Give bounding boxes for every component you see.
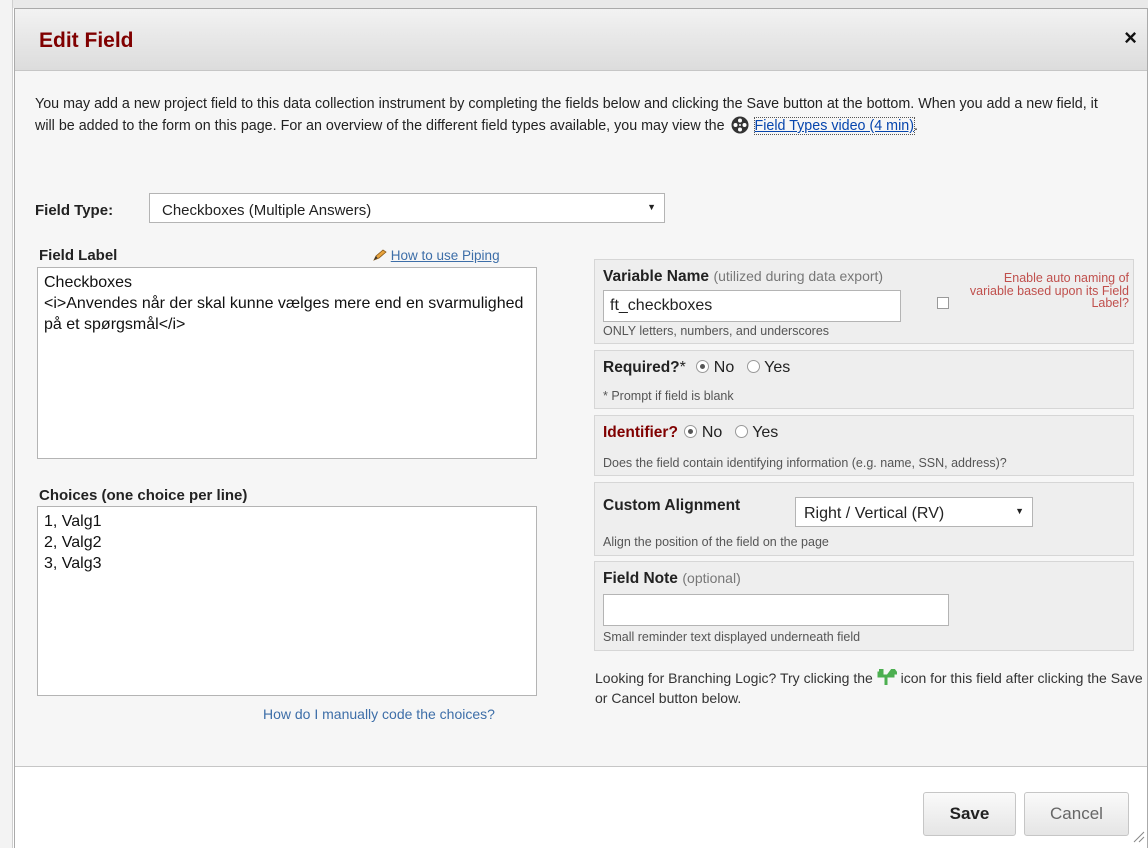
dialog-titlebar[interactable]: Edit Field ×: [15, 9, 1147, 71]
required-no-radio[interactable]: [696, 360, 710, 373]
dialog-title: Edit Field: [39, 29, 134, 52]
variable-name-panel: Variable Name (utilized during data expo…: [594, 259, 1134, 344]
dropdown-arrow-icon: ▼: [647, 202, 656, 212]
pencil-icon: [373, 249, 387, 261]
required-label: Required?: [603, 359, 680, 376]
required-note: * Prompt if field is blank: [603, 389, 734, 403]
required-yes-label: Yes: [764, 359, 791, 376]
identifier-no-radio[interactable]: [684, 425, 698, 438]
piping-link-text: How to use Piping: [390, 248, 500, 263]
auto-naming-checkbox[interactable]: [937, 297, 949, 309]
dropdown-arrow-icon: ▼: [1015, 506, 1024, 516]
field-type-select[interactable]: Checkboxes (Multiple Answers) ▼: [149, 193, 665, 223]
required-yes-radio[interactable]: [746, 360, 760, 373]
field-types-video-link[interactable]: Field Types video (4 min): [753, 117, 915, 135]
required-asterisk: *: [679, 359, 686, 376]
required-panel: Required?* No Yes * Prompt if field is b…: [594, 350, 1134, 409]
intro-text: You may add a new project field to this …: [35, 96, 1098, 134]
identifier-label: Identifier?: [603, 424, 678, 441]
resize-grip-icon[interactable]: [1133, 830, 1145, 848]
identifier-row: Identifier? No Yes: [603, 424, 778, 442]
auto-naming-label[interactable]: Enable auto naming of variable based upo…: [961, 272, 1129, 310]
variable-name-label: Variable Name: [603, 268, 709, 285]
choices-textarea[interactable]: 1, Valg1 2, Valg2 3, Valg3: [37, 506, 537, 696]
choices-title: Choices (one choice per line): [39, 487, 248, 504]
required-row: Required?* No Yes: [603, 359, 790, 377]
background-page: [0, 0, 1148, 8]
branching-text-before: Looking for Branching Logic? Try clickin…: [595, 670, 873, 686]
variable-name-note: ONLY letters, numbers, and underscores: [603, 324, 830, 338]
alignment-selected: Right / Vertical (RV): [804, 505, 945, 522]
field-type-selected: Checkboxes (Multiple Answers): [162, 202, 372, 219]
variable-name-heading: Variable Name (utilized during data expo…: [603, 268, 883, 286]
intro-paragraph: You may add a new project field to this …: [35, 93, 1115, 141]
field-note-heading: Field Note (optional): [603, 570, 741, 588]
film-reel-icon: [731, 116, 749, 141]
manual-code-choices-link[interactable]: How do I manually code the choices?: [263, 706, 495, 722]
field-label-title: Field Label: [39, 247, 118, 264]
alignment-label: Custom Alignment: [603, 497, 741, 514]
identifier-panel: Identifier? No Yes Does the field contai…: [594, 415, 1134, 476]
field-note-hint: (optional): [682, 570, 741, 586]
field-label-textarea[interactable]: Checkboxes <i>Anvendes når der skal kunn…: [37, 267, 537, 459]
required-no-label: No: [713, 359, 735, 376]
intro-end: .: [913, 118, 918, 134]
background-page-edge: [0, 0, 13, 848]
field-note-panel: Field Note (optional) Small reminder tex…: [594, 561, 1134, 651]
close-icon[interactable]: ×: [1124, 27, 1137, 49]
variable-name-input[interactable]: ft_checkboxes: [603, 290, 901, 322]
piping-help-link[interactable]: How to use Piping: [373, 248, 500, 263]
field-type-label: Field Type:: [35, 202, 114, 219]
edit-field-dialog: Edit Field × You may add a new project f…: [14, 8, 1148, 850]
branching-arrow-icon: [877, 666, 901, 686]
alignment-select[interactable]: Right / Vertical (RV) ▼: [795, 497, 1033, 527]
alignment-panel: Custom Alignment Right / Vertical (RV) ▼…: [594, 482, 1134, 556]
variable-name-hint: (utilized during data export): [713, 268, 884, 284]
identifier-no-label: No: [701, 424, 723, 441]
field-note-input[interactable]: [603, 594, 949, 626]
identifier-note: Does the field contain identifying infor…: [603, 456, 1007, 470]
branching-logic-tip: Looking for Branching Logic? Try clickin…: [595, 666, 1145, 708]
identifier-yes-radio[interactable]: [734, 425, 748, 438]
cancel-button[interactable]: Cancel: [1024, 792, 1129, 836]
save-button[interactable]: Save: [923, 792, 1016, 836]
field-note-label: Field Note: [603, 570, 678, 587]
alignment-note: Align the position of the field on the p…: [603, 535, 829, 549]
identifier-yes-label: Yes: [752, 424, 779, 441]
dialog-footer: Save Cancel: [15, 766, 1147, 850]
field-note-note: Small reminder text displayed underneath…: [603, 630, 861, 644]
